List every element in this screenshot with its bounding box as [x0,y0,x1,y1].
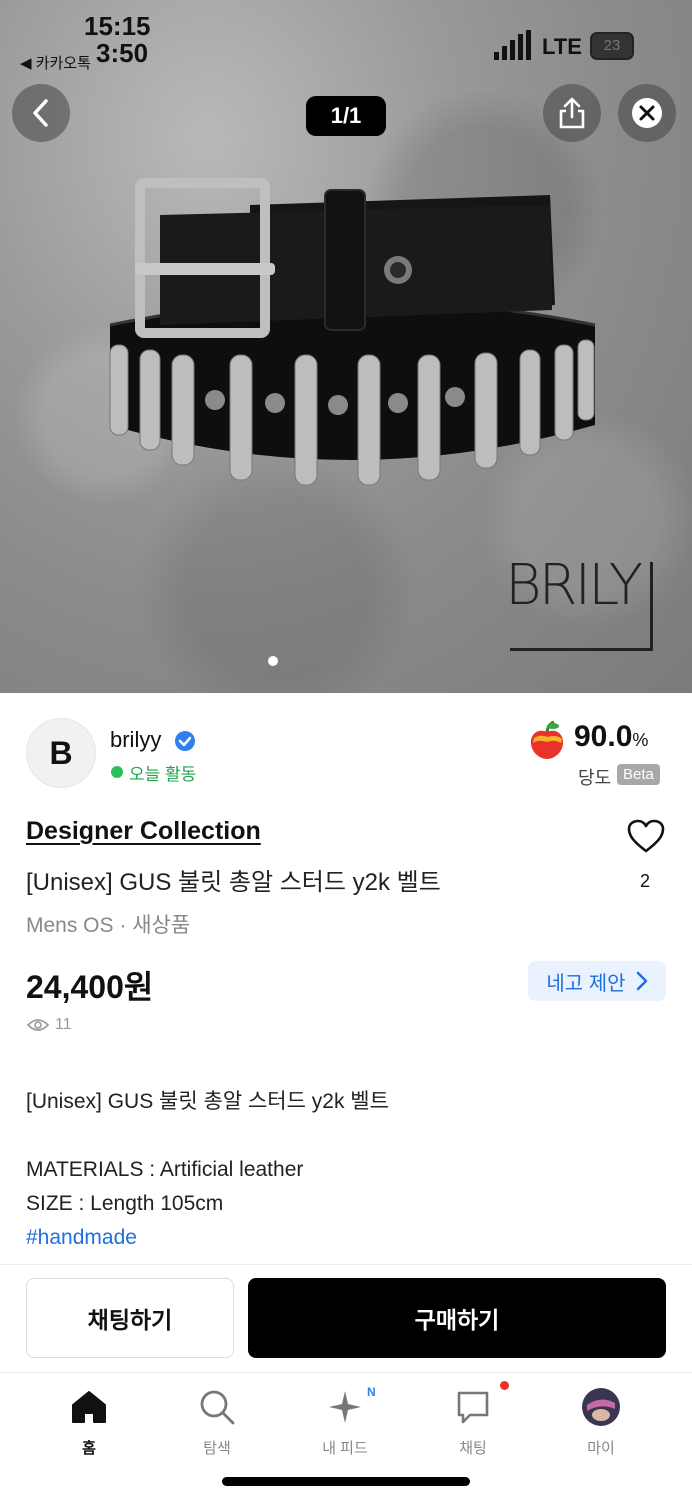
view-count: 11 [27,1016,72,1034]
eye-icon [27,1019,49,1031]
battery-icon: 23 [590,32,634,60]
brand-watermark: BRILY [505,553,643,618]
search-icon [200,1390,235,1425]
activity-status: 오늘 활동 [129,765,197,784]
score-value: 90.0 [574,720,633,753]
hashtag-link[interactable]: #handmade [26,1221,389,1255]
share-button[interactable] [543,84,601,142]
sparkle-icon [329,1391,361,1423]
price-offer-button[interactable]: 네고 제안 [528,961,666,1001]
peach-icon [530,720,564,759]
product-description: [Unisex] GUS 불릿 총알 스터드 y2k 벨트 MATERIALS … [26,1085,389,1255]
tab-chat-label: 채팅 [459,1440,487,1457]
seller-score: 90.0% [574,720,648,754]
status-time: 15:15 [84,11,151,41]
seller-name[interactable]: brilyy [110,727,161,753]
status-bar: 15:15 3:50 ◀ 카카오톡 LTE 23 [0,0,692,80]
back-button[interactable] [12,84,70,142]
unread-dot [500,1381,509,1390]
share-icon [559,97,585,129]
signal-icon [494,30,531,60]
chat-button[interactable]: 채팅하기 [26,1278,234,1358]
studded-belt-image [109,178,596,486]
carousel-indicator [268,656,278,666]
tab-feed-label: 내 피드 [322,1440,368,1457]
home-icon [72,1391,106,1423]
tab-feed[interactable]: N 내 피드 [295,1385,395,1458]
product-title: [Unisex] GUS 불릿 총알 스터드 y2k 벨트 [26,869,441,896]
score-unit: % [632,730,649,750]
profile-avatar-icon [582,1388,620,1426]
tab-my-label: 마이 [587,1440,615,1457]
tab-home[interactable]: 홈 [39,1385,139,1458]
network-type: LTE [542,34,582,59]
like-heart-icon[interactable] [626,818,666,854]
like-count: 2 [640,871,651,891]
image-counter: 1/1 [306,96,386,136]
tab-my[interactable]: 마이 [551,1385,651,1458]
view-count-value: 11 [55,1016,72,1033]
description-line: MATERIALS : Artificial leather [26,1158,304,1181]
watermark-frame-vertical [650,562,653,650]
offer-label: 네고 제안 [546,972,626,995]
beta-badge: Beta [617,764,660,785]
tab-search[interactable]: 탐색 [167,1385,267,1458]
chevron-right-icon [636,971,647,991]
tab-search-label: 탐색 [203,1440,231,1457]
score-label: 당도 [578,768,612,788]
description-line: SIZE : Length 105cm [26,1192,224,1215]
chat-bubble-icon [457,1391,489,1424]
tab-chat[interactable]: 채팅 [423,1381,523,1458]
verified-badge-icon [175,731,195,751]
status-time-overlay: 3:50 [96,38,149,68]
chevron-left-icon [33,99,48,127]
product-meta: Mens OS · 새상품 [26,914,191,937]
close-icon [632,98,662,128]
description-line: [Unisex] GUS 불릿 총알 스터드 y2k 벨트 [26,1090,389,1113]
tab-home-label: 홈 [82,1440,96,1457]
divider [0,1264,692,1265]
collection-link[interactable]: Designer Collection [26,817,261,846]
home-indicator [222,1477,470,1486]
close-button[interactable] [618,84,676,142]
product-price: 24,400원 [26,969,154,1005]
feed-new-badge: N [367,1385,376,1399]
buy-button[interactable]: 구매하기 [248,1278,666,1358]
seller-avatar[interactable]: B [26,718,96,788]
watermark-frame-horizontal [510,648,653,651]
back-to-app-link[interactable]: ◀ 카카오톡 [20,52,91,73]
activity-status-dot [111,766,123,778]
